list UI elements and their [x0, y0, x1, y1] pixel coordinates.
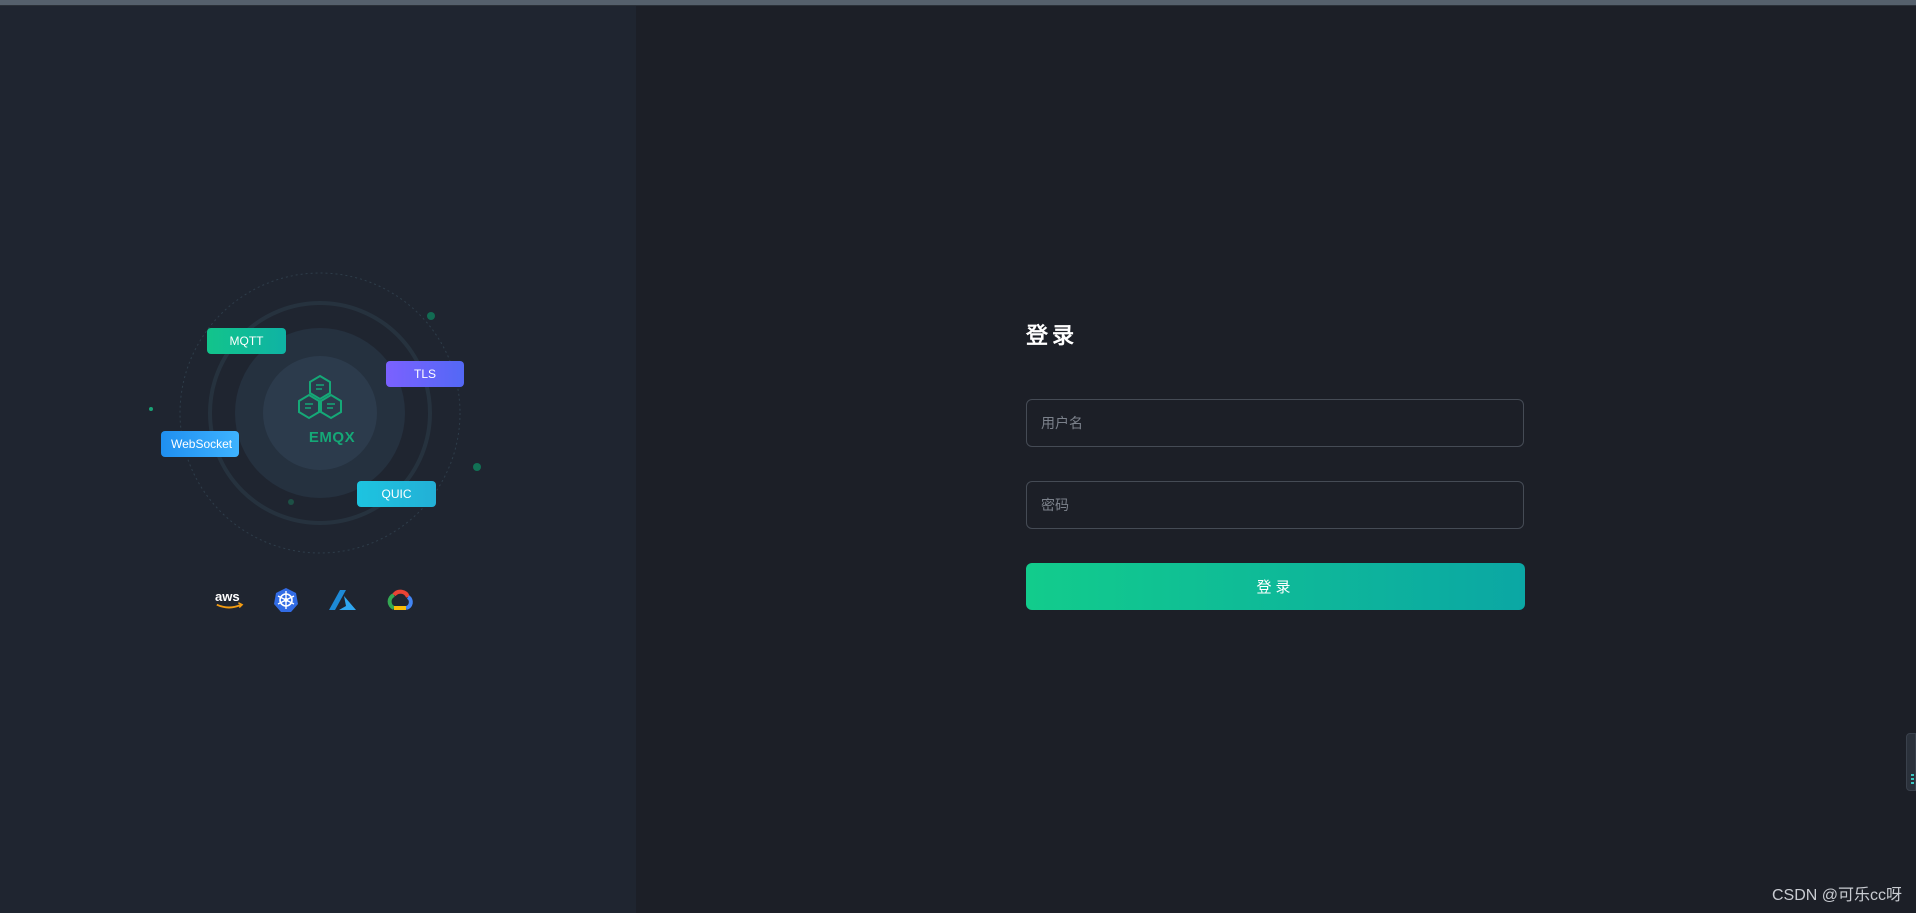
login-panel [636, 6, 1916, 913]
quic-badge: QUIC [357, 481, 436, 507]
cloud-provider-logos: aws [214, 584, 424, 616]
emqx-logo-icon [298, 374, 342, 420]
tls-badge: TLS [386, 361, 464, 387]
google-cloud-icon [385, 585, 415, 615]
password-input[interactable] [1026, 481, 1524, 529]
mqtt-badge: MQTT [207, 328, 286, 354]
watermark: CSDN @可乐cc呀 [1771, 887, 1902, 904]
emqx-wordmark: EMQX [308, 429, 356, 446]
login-button[interactable]: 登录 [1026, 563, 1525, 610]
username-input[interactable] [1026, 399, 1524, 447]
side-drawer-handle[interactable] [1906, 733, 1916, 791]
websocket-badge: WebSocket [161, 431, 239, 457]
emqx-hero-graphic: EMQX MQTT TLS WebSocket QUIC [140, 261, 500, 566]
aws-icon: aws [214, 585, 244, 615]
login-title: 登录 [1026, 323, 1079, 348]
svg-text:aws: aws [215, 589, 240, 604]
azure-icon [328, 585, 358, 615]
grip-icon [1911, 774, 1914, 784]
brand-panel: EMQX MQTT TLS WebSocket QUIC aws [0, 6, 636, 913]
kubernetes-icon [271, 585, 301, 615]
